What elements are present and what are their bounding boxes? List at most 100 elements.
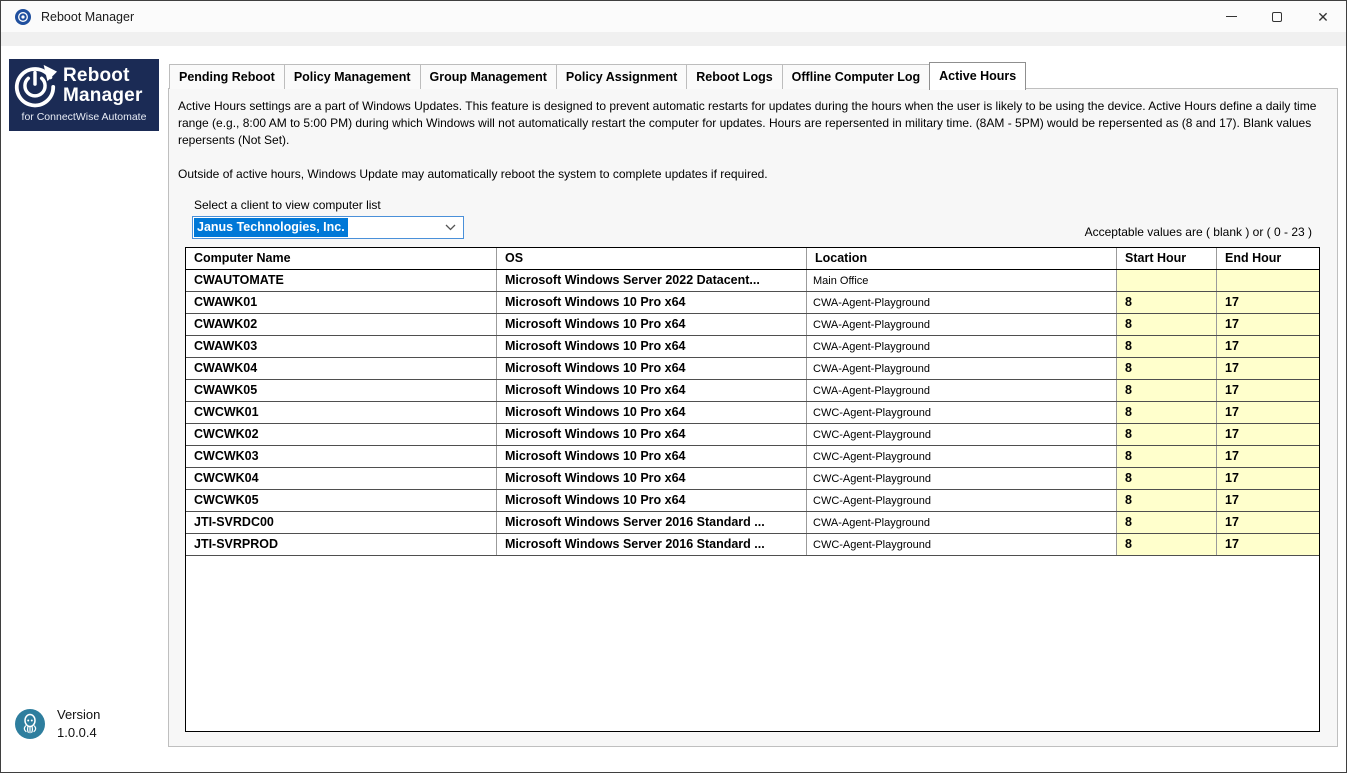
table-row[interactable]: CWAUTOMATEMicrosoft Windows Server 2022 …: [186, 270, 1319, 292]
column-header-location[interactable]: Location: [807, 248, 1117, 269]
table-cell: CWA-Agent-Playground: [807, 380, 1117, 401]
computers-table: Computer NameOSLocationStart HourEnd Hou…: [185, 247, 1320, 732]
table-row[interactable]: CWAWK05Microsoft Windows 10 Pro x64CWA-A…: [186, 380, 1319, 402]
squid-logo-icon: [15, 709, 45, 739]
table-row[interactable]: JTI-SVRPRODMicrosoft Windows Server 2016…: [186, 534, 1319, 556]
table-cell: CWC-Agent-Playground: [807, 424, 1117, 445]
hour-cell[interactable]: 17: [1217, 446, 1319, 467]
hour-cell[interactable]: 17: [1217, 402, 1319, 423]
tab-pending-reboot[interactable]: Pending Reboot: [169, 64, 285, 89]
logo-subtitle: for ConnectWise Automate: [9, 111, 159, 123]
hour-cell[interactable]: 17: [1217, 314, 1319, 335]
table-cell: JTI-SVRDC00: [186, 512, 497, 533]
table-cell: Microsoft Windows 10 Pro x64: [497, 314, 807, 335]
table-header-row: Computer NameOSLocationStart HourEnd Hou…: [186, 248, 1319, 270]
table-cell: Microsoft Windows 10 Pro x64: [497, 380, 807, 401]
table-row[interactable]: CWCWK01Microsoft Windows 10 Pro x64CWC-A…: [186, 402, 1319, 424]
table-row[interactable]: CWAWK02Microsoft Windows 10 Pro x64CWA-A…: [186, 314, 1319, 336]
table-row[interactable]: CWCWK03Microsoft Windows 10 Pro x64CWC-A…: [186, 446, 1319, 468]
table-row[interactable]: CWCWK02Microsoft Windows 10 Pro x64CWC-A…: [186, 424, 1319, 446]
table-cell: CWAUTOMATE: [186, 270, 497, 291]
hour-cell[interactable]: 8: [1117, 380, 1217, 401]
client-dropdown-selected-value: Janus Technologies, Inc.: [194, 218, 348, 237]
hour-cell[interactable]: 17: [1217, 534, 1319, 555]
hour-cell[interactable]: 17: [1217, 292, 1319, 313]
table-cell: CWA-Agent-Playground: [807, 314, 1117, 335]
table-cell: CWCWK05: [186, 490, 497, 511]
tab-policy-assignment[interactable]: Policy Assignment: [556, 64, 687, 89]
table-row[interactable]: CWCWK04Microsoft Windows 10 Pro x64CWC-A…: [186, 468, 1319, 490]
tab-policy-management[interactable]: Policy Management: [284, 64, 421, 89]
hour-cell[interactable]: 17: [1217, 358, 1319, 379]
hour-cell[interactable]: 8: [1117, 468, 1217, 489]
table-cell: CWA-Agent-Playground: [807, 336, 1117, 357]
table-cell: CWC-Agent-Playground: [807, 490, 1117, 511]
hour-cell[interactable]: 17: [1217, 512, 1319, 533]
table-row[interactable]: CWAWK04Microsoft Windows 10 Pro x64CWA-A…: [186, 358, 1319, 380]
tab-offline-computer-log[interactable]: Offline Computer Log: [782, 64, 930, 89]
table-cell: Microsoft Windows 10 Pro x64: [497, 402, 807, 423]
table-row[interactable]: CWCWK05Microsoft Windows 10 Pro x64CWC-A…: [186, 490, 1319, 512]
hour-cell[interactable]: 8: [1117, 512, 1217, 533]
hour-cell[interactable]: [1217, 270, 1319, 291]
hour-cell[interactable]: 8: [1117, 336, 1217, 357]
tab-active-hours[interactable]: Active Hours: [929, 62, 1026, 90]
chevron-down-icon: [445, 224, 456, 231]
table-cell: CWAWK03: [186, 336, 497, 357]
table-cell: CWAWK01: [186, 292, 497, 313]
table-cell: CWCWK02: [186, 424, 497, 445]
client-dropdown[interactable]: Janus Technologies, Inc.: [192, 216, 464, 239]
app-logo: Reboot Manager for ConnectWise Automate: [9, 59, 159, 131]
table-cell: CWC-Agent-Playground: [807, 402, 1117, 423]
table-row[interactable]: CWAWK01Microsoft Windows 10 Pro x64CWA-A…: [186, 292, 1319, 314]
description-paragraph-2: Outside of active hours, Windows Update …: [178, 166, 1318, 183]
column-header-end-hour[interactable]: End Hour: [1217, 248, 1319, 269]
table-cell: CWAWK04: [186, 358, 497, 379]
minimize-button[interactable]: [1208, 1, 1254, 32]
hour-cell[interactable]: 8: [1117, 402, 1217, 423]
hour-cell[interactable]: 8: [1117, 314, 1217, 335]
table-cell: CWCWK04: [186, 468, 497, 489]
hour-cell[interactable]: 17: [1217, 490, 1319, 511]
version-value: 1.0.0.4: [57, 724, 100, 742]
active-hours-description: Active Hours settings are a part of Wind…: [178, 98, 1318, 183]
sidebar: Reboot Manager for ConnectWise Automate …: [1, 46, 165, 772]
hour-cell[interactable]: [1117, 270, 1217, 291]
hour-cell[interactable]: 8: [1117, 490, 1217, 511]
column-header-start-hour[interactable]: Start Hour: [1117, 248, 1217, 269]
column-header-computer-name[interactable]: Computer Name: [186, 248, 497, 269]
description-paragraph-1: Active Hours settings are a part of Wind…: [178, 98, 1318, 149]
hour-cell[interactable]: 8: [1117, 358, 1217, 379]
tab-reboot-logs[interactable]: Reboot Logs: [686, 64, 782, 89]
tab-strip: Pending RebootPolicy ManagementGroup Man…: [169, 61, 1025, 89]
hour-cell[interactable]: 17: [1217, 380, 1319, 401]
hour-cell[interactable]: 8: [1117, 292, 1217, 313]
hour-cell[interactable]: 17: [1217, 424, 1319, 445]
reboot-power-icon: [12, 63, 58, 109]
table-cell: CWC-Agent-Playground: [807, 468, 1117, 489]
table-row[interactable]: CWAWK03Microsoft Windows 10 Pro x64CWA-A…: [186, 336, 1319, 358]
column-header-os[interactable]: OS: [497, 248, 807, 269]
table-cell: Microsoft Windows Server 2022 Datacent..…: [497, 270, 807, 291]
maximize-button[interactable]: [1254, 1, 1300, 32]
hour-cell[interactable]: 8: [1117, 424, 1217, 445]
hour-cell[interactable]: 8: [1117, 446, 1217, 467]
tab-group-management[interactable]: Group Management: [420, 64, 557, 89]
table-cell: CWC-Agent-Playground: [807, 446, 1117, 467]
table-cell: Microsoft Windows 10 Pro x64: [497, 468, 807, 489]
logo-text-line1: Reboot: [63, 66, 143, 86]
close-button[interactable]: ✕: [1300, 1, 1346, 32]
version-block: Version 1.0.0.4: [15, 706, 100, 742]
hour-cell[interactable]: 8: [1117, 534, 1217, 555]
table-cell: Microsoft Windows 10 Pro x64: [497, 358, 807, 379]
app-icon: [15, 9, 31, 25]
titlebar: Reboot Manager ✕: [1, 1, 1346, 32]
acceptable-values-note: Acceptable values are ( blank ) or ( 0 -…: [1085, 225, 1312, 239]
table-row[interactable]: JTI-SVRDC00Microsoft Windows Server 2016…: [186, 512, 1319, 534]
table-cell: JTI-SVRPROD: [186, 534, 497, 555]
table-cell: Microsoft Windows 10 Pro x64: [497, 336, 807, 357]
table-cell: Microsoft Windows 10 Pro x64: [497, 490, 807, 511]
hour-cell[interactable]: 17: [1217, 336, 1319, 357]
version-label: Version: [57, 706, 100, 724]
hour-cell[interactable]: 17: [1217, 468, 1319, 489]
